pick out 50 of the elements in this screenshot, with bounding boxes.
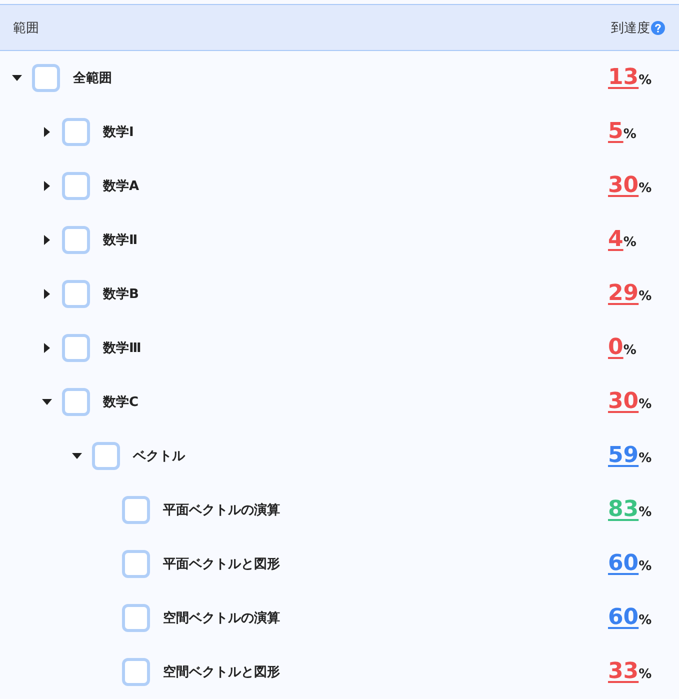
percent-unit: % (638, 396, 652, 412)
column-header: 範囲 (13, 20, 39, 36)
percent-unit: % (638, 180, 652, 196)
tree-item-label[interactable]: 空間ベクトルの演算 (163, 609, 280, 627)
percent-unit: % (638, 72, 652, 88)
tree-item-label[interactable]: 数学A (103, 177, 140, 195)
progress-value[interactable]: 59 (608, 444, 639, 468)
tree-item-label[interactable]: 平面ベクトルと図形 (163, 555, 280, 573)
progress-value[interactable]: 60 (608, 606, 639, 630)
checkbox[interactable] (122, 658, 150, 686)
tree-item-label[interactable]: ベクトル (133, 447, 185, 465)
tree-item-label[interactable]: 数学Ⅰ (103, 123, 134, 141)
checkbox[interactable] (62, 118, 90, 146)
checkbox[interactable] (62, 226, 90, 254)
checkbox[interactable] (122, 496, 150, 524)
percent-unit: % (638, 288, 652, 304)
tree-item-label[interactable]: 数学C (103, 393, 139, 411)
checkbox[interactable] (62, 280, 90, 308)
caret-down-icon[interactable] (12, 75, 22, 81)
percent-unit: % (623, 342, 636, 358)
column-header: 到達度 (611, 20, 650, 36)
tree-item-label[interactable]: 平面ベクトルの演算 (163, 501, 280, 519)
caret-right-icon[interactable] (44, 235, 50, 245)
checkbox[interactable] (62, 172, 90, 200)
checkbox[interactable] (62, 334, 90, 362)
progress-value[interactable]: 60 (608, 552, 639, 576)
caret-right-icon[interactable] (44, 127, 50, 137)
percent-unit: % (638, 558, 652, 574)
checkbox[interactable] (122, 604, 150, 632)
caret-right-icon[interactable] (44, 181, 50, 191)
percent-unit: % (638, 450, 652, 466)
caret-right-icon[interactable] (44, 343, 50, 353)
tree-item-label[interactable]: 数学Ⅲ (103, 339, 142, 357)
tree-item-label[interactable]: 空間ベクトルと図形 (163, 663, 280, 681)
caret-down-icon[interactable] (72, 453, 82, 459)
checkbox[interactable] (122, 550, 150, 578)
checkbox[interactable] (92, 442, 120, 470)
tree-item-label[interactable]: 数学Ⅱ (103, 231, 138, 249)
tree-item-label[interactable]: 数学B (103, 285, 139, 303)
percent-unit: % (638, 666, 652, 682)
percent-unit: % (623, 234, 636, 250)
tree-item-label[interactable]: 全範囲 (73, 69, 112, 87)
caret-down-icon[interactable] (42, 399, 52, 405)
percent-unit: % (638, 504, 652, 520)
help-icon[interactable] (651, 20, 665, 34)
checkbox[interactable] (62, 388, 90, 416)
caret-right-icon[interactable] (44, 289, 50, 299)
checkbox[interactable] (32, 64, 60, 92)
percent-unit: % (623, 126, 636, 142)
percent-unit: % (638, 612, 652, 628)
